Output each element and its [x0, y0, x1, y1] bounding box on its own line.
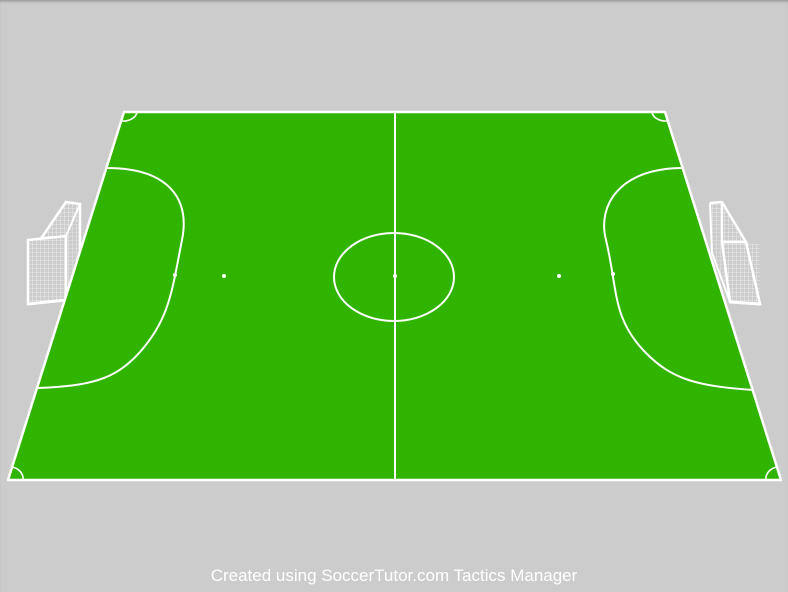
tactics-board: Created using SoccerTutor.com Tactics Ma…	[0, 0, 788, 592]
pitch-diagram	[6, 110, 783, 482]
centre-spot	[393, 274, 397, 278]
right-penalty-spot	[611, 272, 615, 276]
right-second-penalty-spot	[557, 274, 561, 278]
left-second-penalty-spot	[222, 274, 226, 278]
left-penalty-spot	[173, 273, 177, 277]
credit-text: Created using SoccerTutor.com Tactics Ma…	[210, 566, 578, 585]
